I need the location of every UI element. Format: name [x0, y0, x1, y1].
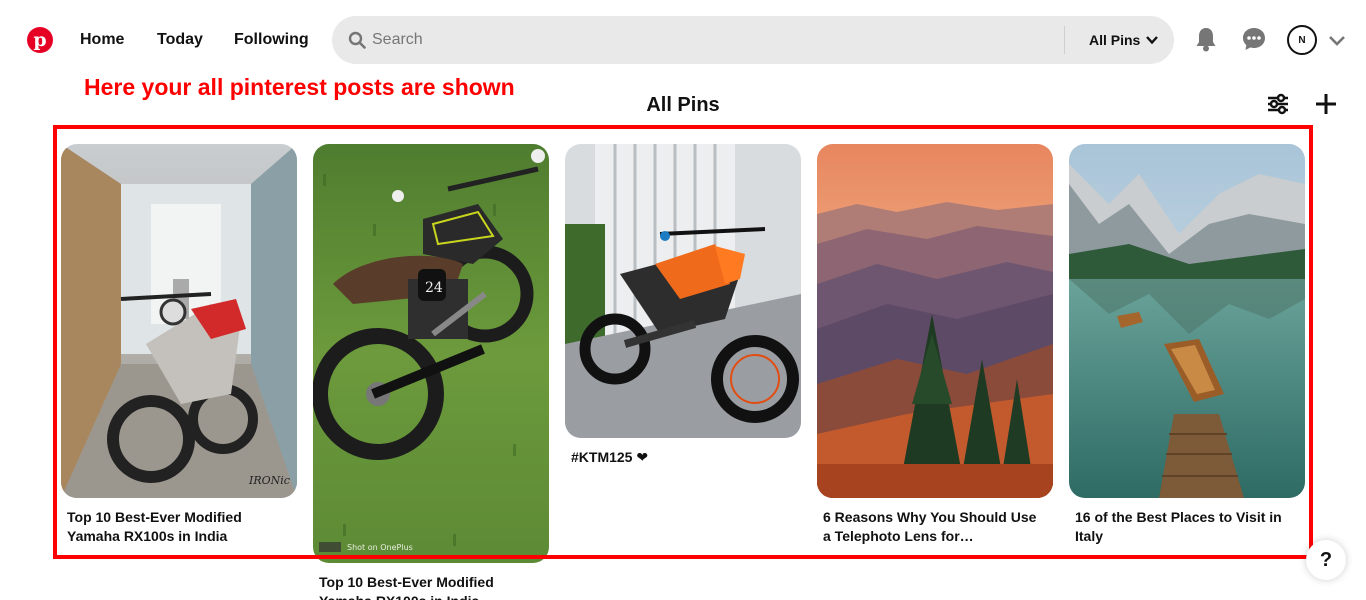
- svg-text:24: 24: [425, 280, 443, 296]
- nav-today-link[interactable]: Today: [157, 31, 203, 49]
- nav-home-link[interactable]: Home: [80, 31, 124, 49]
- search-bar[interactable]: All Pins: [332, 16, 1174, 64]
- search-scope-label: All Pins: [1089, 32, 1141, 48]
- pin-title: 16 of the Best Places to Visit in Italy: [1075, 509, 1282, 544]
- pin-title: 6 Reasons Why You Should Use a Telephoto…: [823, 509, 1037, 544]
- pin-image-alpine-lake[interactable]: [1069, 144, 1305, 498]
- notifications-bell-icon[interactable]: [1193, 26, 1219, 52]
- nav-following-link[interactable]: Following: [234, 31, 309, 49]
- account-chevron-down-icon[interactable]: [1328, 33, 1346, 47]
- pin-watermark: IRONic: [248, 474, 290, 487]
- pin-image-yamaha-custom[interactable]: IRONic: [61, 144, 297, 498]
- pin-image-ktm[interactable]: [565, 144, 801, 438]
- chevron-down-icon: [1146, 36, 1159, 45]
- search-icon: [348, 31, 366, 49]
- page-title: All Pins: [646, 94, 720, 116]
- add-pin-plus-icon[interactable]: [1314, 92, 1338, 116]
- pinterest-logo-icon[interactable]: p: [27, 27, 53, 53]
- pin-card[interactable]: #KTM125 ❤: [565, 144, 801, 467]
- pin-card[interactable]: 16 of the Best Places to Visit in Italy: [1069, 144, 1305, 546]
- pin-image-yamaha-rx100[interactable]: 24 Shot on OnePlus: [313, 144, 549, 563]
- pin-card[interactable]: IRONic Top 10 Best-Ever Modified Yamaha …: [61, 144, 297, 546]
- pin-card[interactable]: 24 Shot on OnePlus Top 10 Best-Ever Modi…: [313, 144, 549, 600]
- pin-card[interactable]: 6 Reasons Why You Should Use a Telephoto…: [817, 144, 1053, 546]
- search-scope-dropdown[interactable]: All Pins: [1089, 32, 1159, 48]
- help-button[interactable]: ?: [1306, 540, 1346, 580]
- pin-title: Top 10 Best-Ever Modified Yamaha RX100s …: [67, 509, 242, 544]
- messages-icon[interactable]: [1241, 26, 1267, 52]
- pin-title: Top 10 Best-Ever Modified Yamaha RX100s …: [319, 574, 494, 600]
- search-input[interactable]: [372, 28, 1052, 52]
- pin-title: #KTM125 ❤: [571, 449, 649, 465]
- top-nav: p Home Today Following All Pins N: [0, 0, 1366, 80]
- pin-watermark: Shot on OnePlus: [347, 543, 413, 552]
- filter-settings-icon[interactable]: [1266, 92, 1290, 116]
- pin-image-mountain-landscape[interactable]: [817, 144, 1053, 498]
- avatar[interactable]: N: [1287, 25, 1317, 55]
- search-divider: [1064, 26, 1065, 54]
